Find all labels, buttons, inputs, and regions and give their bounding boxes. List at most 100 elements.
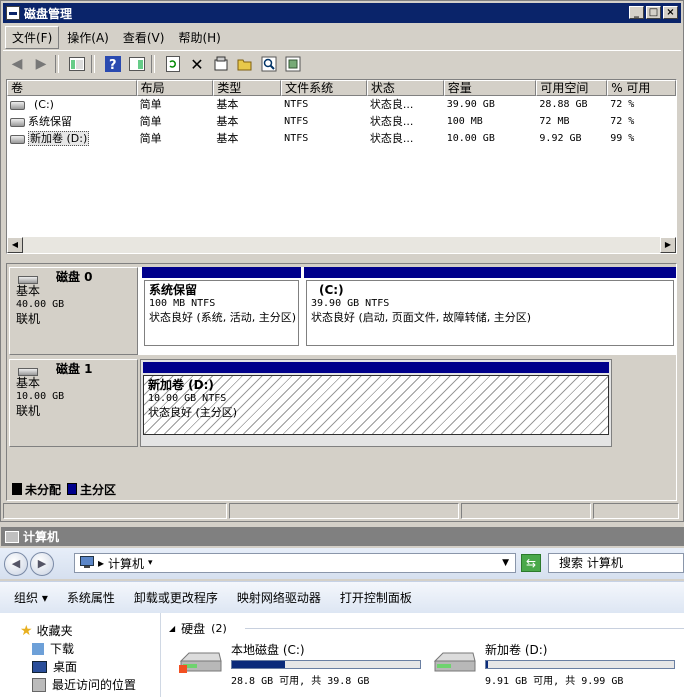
uninstall-program-button[interactable]: 卸载或更改程序	[134, 589, 218, 606]
unallocated-swatch	[12, 483, 22, 495]
column-header-volume[interactable]: 卷	[7, 80, 137, 96]
back-arrow-icon[interactable]: ◀	[7, 54, 27, 74]
capacity-fill	[232, 661, 285, 668]
disk-icon	[18, 276, 38, 284]
scroll-left-icon[interactable]: ◀	[7, 237, 23, 253]
drive-space: 9.91 GB 可用, 共 9.99 GB	[485, 676, 624, 687]
partition-size: 100 MB NTFS	[149, 298, 216, 309]
star-icon: ★	[20, 622, 33, 639]
menu-action[interactable]: 操作(A)	[61, 27, 115, 48]
computer-icon	[5, 530, 19, 543]
disk-type: 基本	[16, 376, 41, 390]
partition-system-reserved[interactable]: 系统保留 100 MB NTFS 状态良好 (系统, 活动, 主分区)	[142, 267, 301, 355]
console-tree-icon[interactable]	[67, 54, 87, 74]
partition-bar	[142, 267, 301, 278]
nav-desktop[interactable]: 桌面	[32, 658, 77, 675]
properties-pane-icon[interactable]	[127, 54, 147, 74]
computer-icon	[80, 555, 94, 571]
disk-state: 联机	[16, 404, 41, 418]
nav-recent-places[interactable]: 最近访问的位置	[32, 676, 136, 693]
partition-d[interactable]: 新加卷 (D:) 10.00 GB NTFS 状态良好 (主分区)	[140, 359, 612, 447]
properties-icon[interactable]	[211, 54, 231, 74]
scroll-right-icon[interactable]: ▶	[660, 237, 676, 253]
partition-c[interactable]: (C:) 39.90 GB NTFS 状态良好 (启动, 页面文件, 故障转储,…	[304, 267, 676, 355]
disk-1-info[interactable]: 磁盘 1 基本 10.00 GB 联机	[9, 359, 138, 447]
partition-title: (C:)	[319, 283, 344, 297]
minimize-button[interactable]: _	[629, 6, 644, 19]
forward-arrow-icon[interactable]: ▶	[31, 54, 51, 74]
open-control-panel-button[interactable]: 打开控制面板	[340, 589, 412, 606]
hard-drive-icon	[433, 652, 476, 672]
title-bar: 磁盘管理 _ □ ×	[3, 3, 681, 23]
menu-view[interactable]: 查看(V)	[117, 27, 171, 48]
address-box[interactable]: ▸ 计算机 ▾ ▼	[74, 553, 516, 573]
volume-filesystem: NTFS	[284, 99, 309, 110]
help-icon[interactable]: ?	[103, 54, 123, 74]
disk-size: 40.00 GB	[16, 299, 65, 310]
volume-percent-free: 99 %	[610, 133, 635, 144]
address-dropdown-icon[interactable]: ▼	[502, 558, 509, 568]
menu-help[interactable]: 帮助(H)	[172, 27, 226, 48]
close-button[interactable]: ×	[663, 6, 678, 19]
disk-0-row[interactable]: 磁盘 0 基本 40.00 GB 联机 系统保留 100 MB NTFS 状态良…	[9, 267, 676, 355]
partition-size: 39.90 GB NTFS	[311, 298, 390, 309]
horizontal-scrollbar[interactable]: ◀ ▶	[7, 237, 676, 253]
volume-type: 基本	[216, 98, 239, 111]
menu-file[interactable]: 文件(F)	[5, 25, 60, 49]
volume-list-header: 卷 布局 类型 文件系统 状态 容量 可用空间 % 可用	[7, 80, 676, 96]
volume-free: 72 MB	[539, 116, 570, 127]
column-header-status[interactable]: 状态	[366, 80, 444, 96]
refresh-icon[interactable]	[163, 54, 183, 74]
chevron-right-icon[interactable]: ▸	[98, 556, 104, 570]
table-row[interactable]: 新加卷 (D:) 简单 基本 NTFS 状态良... 10.00 GB 9.92…	[7, 130, 676, 147]
chevron-down-icon[interactable]: ▾	[148, 558, 153, 568]
volume-capacity: 39.90 GB	[446, 99, 495, 110]
disk-size: 10.00 GB	[16, 391, 65, 402]
legend-primary: 主分区	[80, 482, 117, 497]
refresh-button[interactable]: ⇆	[521, 554, 541, 572]
disk-management-window: 磁盘管理 _ □ × 文件(F) 操作(A) 查看(V) 帮助(H) ◀ ▶ ?…	[0, 0, 684, 522]
volume-capacity: 100 MB	[446, 116, 483, 127]
address-text: 计算机	[108, 556, 145, 571]
volume-free: 9.92 GB	[539, 133, 582, 144]
organize-button[interactable]: 组织 ▾	[14, 589, 48, 606]
table-row[interactable]: (C:) 简单 基本 NTFS 状态良... 39.90 GB 28.88 GB…	[7, 96, 676, 113]
volume-type: 基本	[216, 115, 239, 128]
column-header-percent-free[interactable]: % 可用	[607, 80, 676, 96]
partition-bar	[304, 267, 676, 278]
disk-name: 磁盘 0	[56, 270, 93, 284]
primary-swatch	[67, 483, 78, 495]
column-header-layout[interactable]: 布局	[136, 80, 214, 96]
search-input[interactable]: 搜索 计算机	[548, 553, 684, 573]
drive-name: 新加卷 (D:)	[485, 643, 548, 657]
collapse-triangle-icon[interactable]: ◢	[169, 624, 175, 633]
maximize-button[interactable]: □	[646, 6, 661, 19]
content-pane: ◢ 硬盘 (2) 本地磁盘 (C:) 28.8 GB 可用, 共 39.8 GB	[161, 613, 684, 697]
volume-name: 系统保留	[28, 115, 72, 128]
drive-name: 本地磁盘 (C:)	[231, 643, 305, 657]
nav-downloads[interactable]: 下载	[32, 640, 74, 657]
group-header-hard-disks[interactable]: ◢ 硬盘 (2)	[169, 620, 227, 637]
search-icon[interactable]	[259, 54, 279, 74]
partition-size: 10.00 GB NTFS	[148, 393, 227, 404]
open-folder-icon[interactable]	[235, 54, 255, 74]
explorer-title: 计算机	[23, 530, 60, 544]
system-properties-button[interactable]: 系统属性	[67, 589, 115, 606]
capacity-bar	[231, 660, 421, 669]
column-header-free[interactable]: 可用空间	[536, 80, 608, 96]
delete-icon[interactable]: ✕	[187, 54, 207, 74]
hard-drive-icon	[179, 652, 222, 673]
settings-icon[interactable]	[283, 54, 303, 74]
map-network-drive-button[interactable]: 映射网络驱动器	[237, 589, 321, 606]
disk-0-info[interactable]: 磁盘 0 基本 40.00 GB 联机	[9, 267, 138, 355]
disk-name: 磁盘 1	[56, 362, 93, 376]
disk-1-row[interactable]: 磁盘 1 基本 10.00 GB 联机 新加卷 (D:) 10.00 GB NT…	[9, 359, 674, 447]
back-button[interactable]: ◀	[4, 551, 28, 576]
forward-button[interactable]: ▶	[30, 551, 54, 576]
nav-favorites[interactable]: ★ 收藏夹	[20, 622, 73, 639]
column-header-capacity[interactable]: 容量	[443, 80, 537, 96]
table-row[interactable]: 系统保留 简单 基本 NTFS 状态良... 100 MB 72 MB 72 %	[7, 113, 676, 130]
column-header-type[interactable]: 类型	[213, 80, 282, 96]
volume-status: 状态良...	[369, 132, 414, 145]
column-header-filesystem[interactable]: 文件系统	[281, 80, 367, 96]
